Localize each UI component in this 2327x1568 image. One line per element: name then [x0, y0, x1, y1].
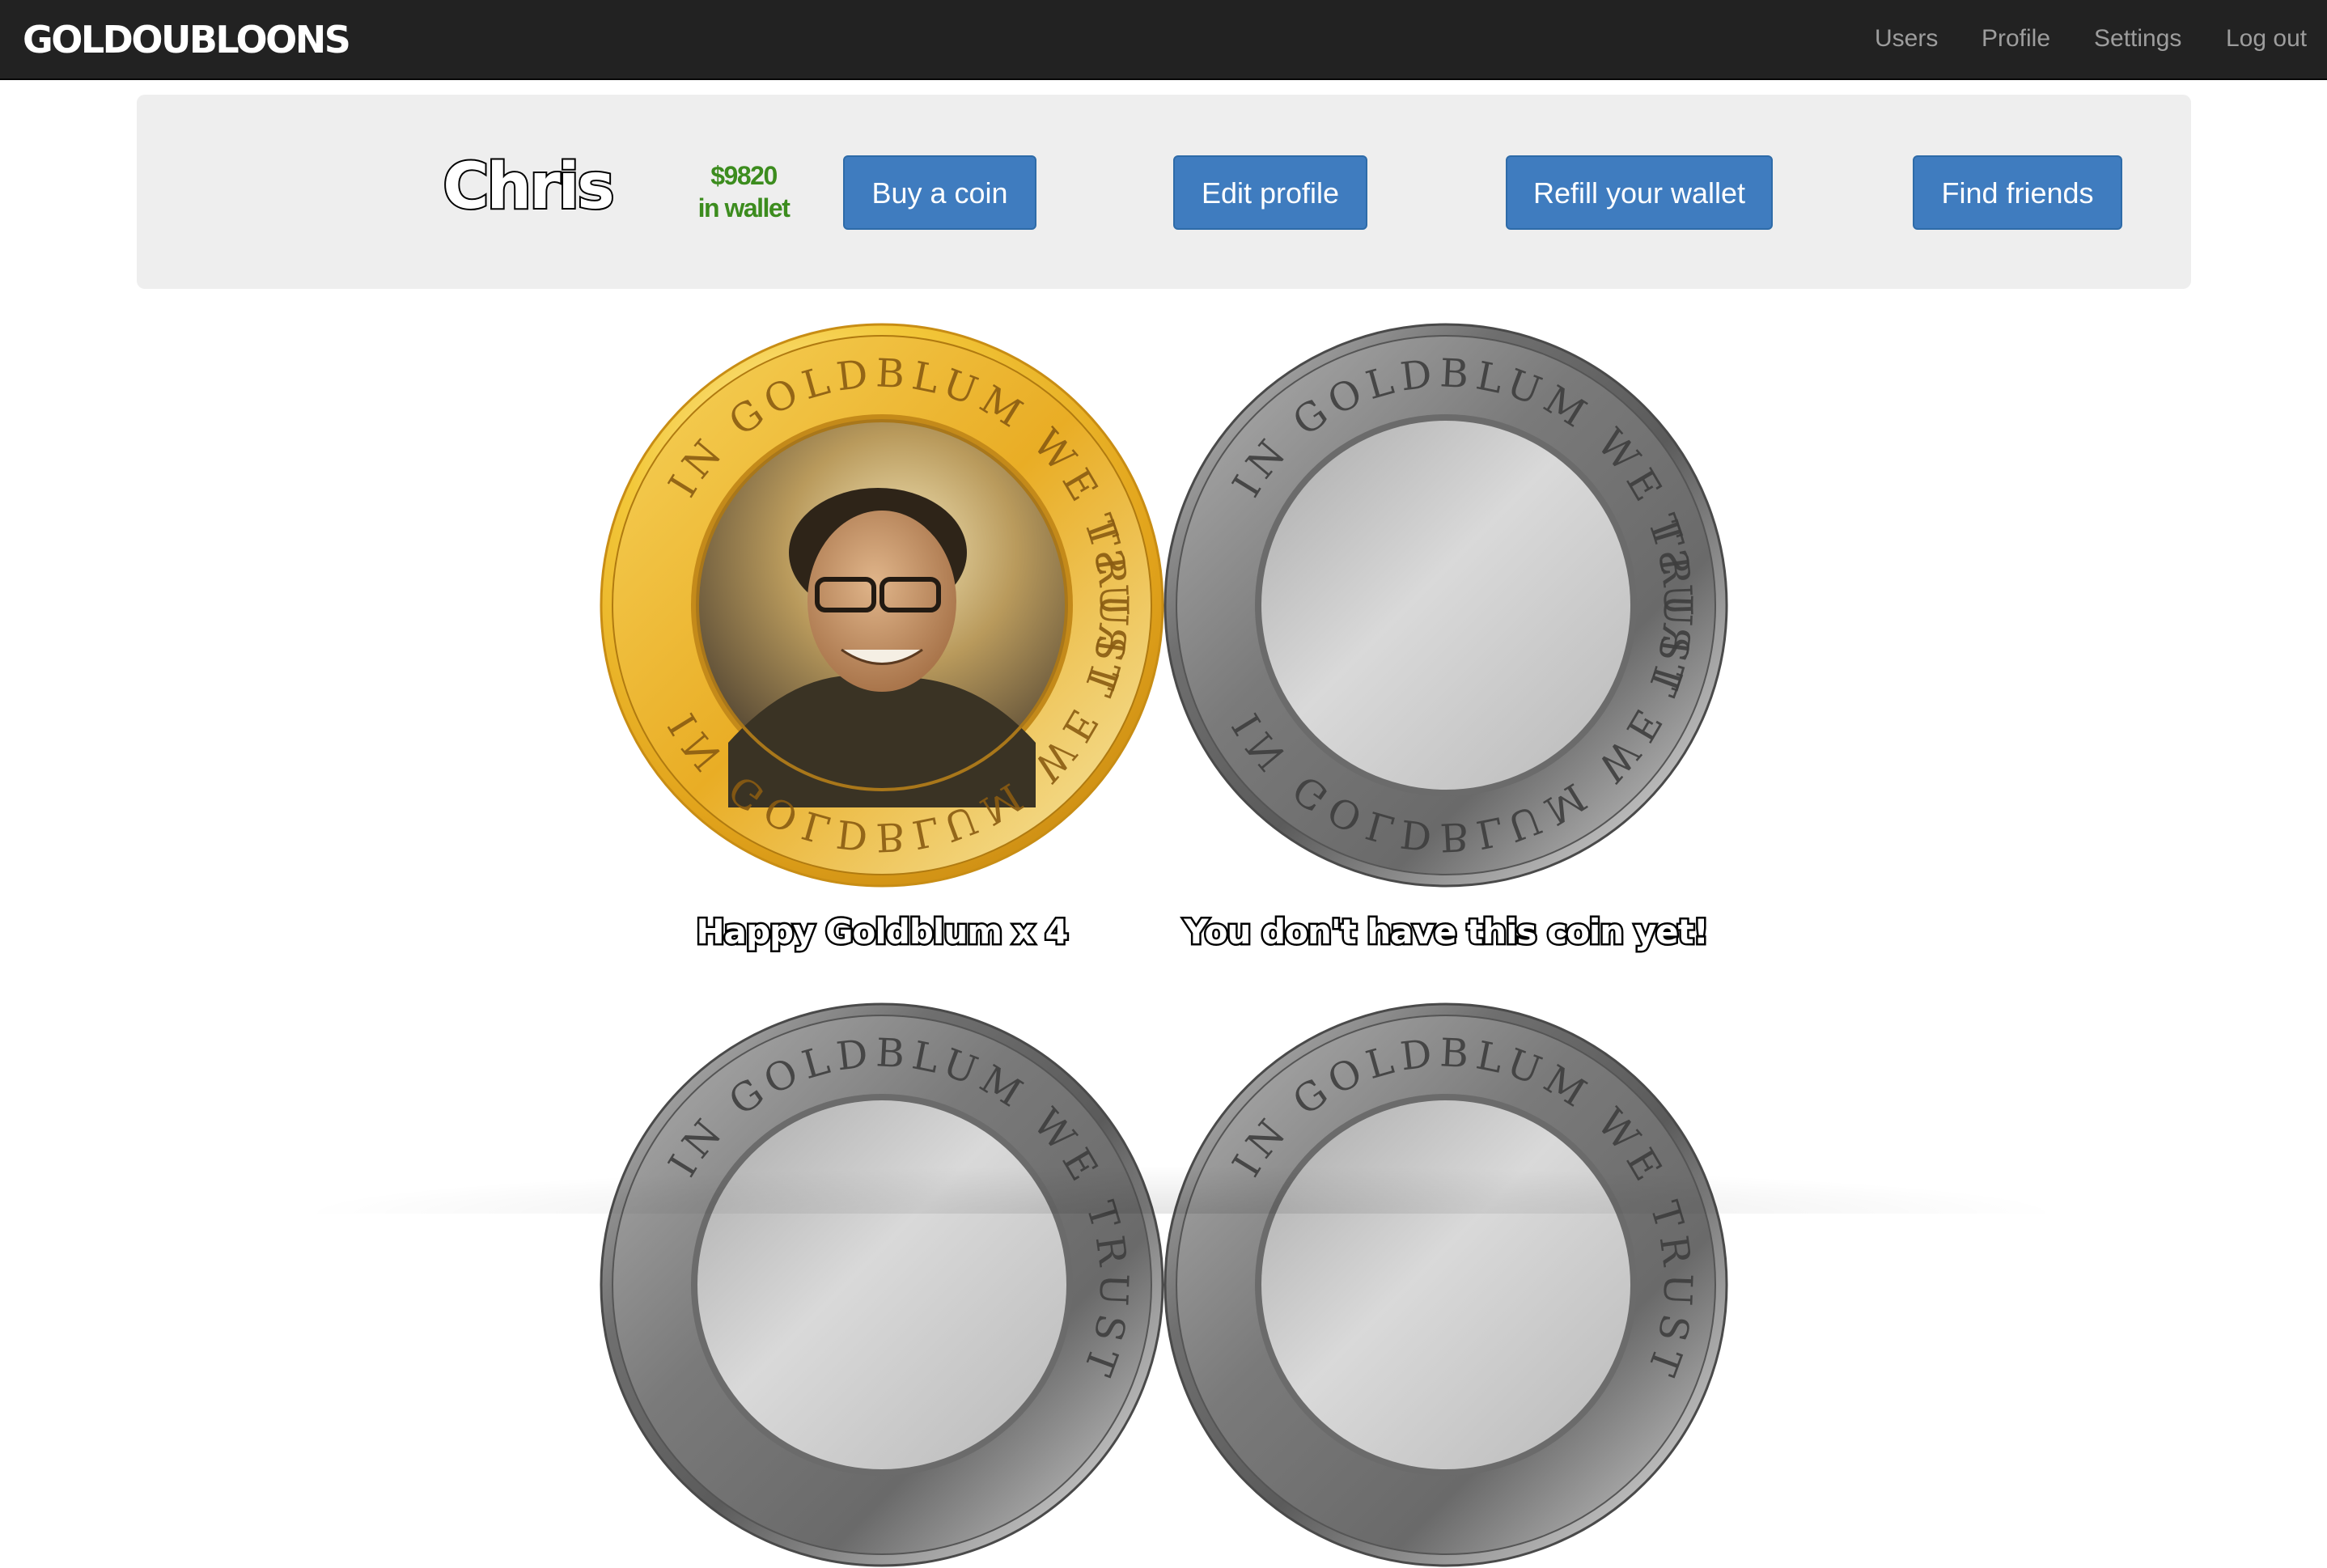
silver-coin-icon: IN GOLDBLUM WE TRUST	[600, 1002, 1164, 1567]
silver-coin-icon: IN GOLDBLUM WE TRUST	[1164, 1002, 1728, 1567]
profile-name: Chris	[441, 149, 616, 225]
wallet-amount: $9820	[710, 161, 778, 190]
navbar: GOLDOUBLOONS Users Profile Settings Log …	[0, 0, 2327, 80]
nav-link-logout[interactable]: Log out	[2226, 24, 2307, 53]
nav-link-settings[interactable]: Settings	[2094, 24, 2181, 53]
buy-coin-button[interactable]: Buy a coin	[843, 155, 1036, 230]
brand-logo[interactable]: GOLDOUBLOONS	[23, 18, 351, 61]
wallet-label: in wallet	[697, 193, 791, 222]
profile-header: Chris $9820 in wallet Buy a coin Edit pr…	[137, 95, 2191, 289]
scroll-shadow	[291, 1165, 2071, 1214]
refill-wallet-button[interactable]: Refill your wallet	[1506, 155, 1773, 230]
find-friends-button[interactable]: Find friends	[1913, 155, 2122, 230]
gold-coin-icon: IN GOLDBLUM WE TRUST IN GOLDBLUM WE TRUS…	[600, 323, 1164, 888]
wallet-balance: $9820 in wallet	[663, 159, 824, 224]
nav-link-profile[interactable]: Profile	[1982, 24, 2050, 53]
silver-coin-icon: IN GOLDBLUM WE TRUST IN GOLDBLUM WE TRUS…	[1164, 323, 1728, 888]
nav-link-users[interactable]: Users	[1875, 24, 1938, 53]
coin-caption: You don't have this coin yet!	[1182, 910, 1711, 954]
edit-profile-button[interactable]: Edit profile	[1173, 155, 1367, 230]
